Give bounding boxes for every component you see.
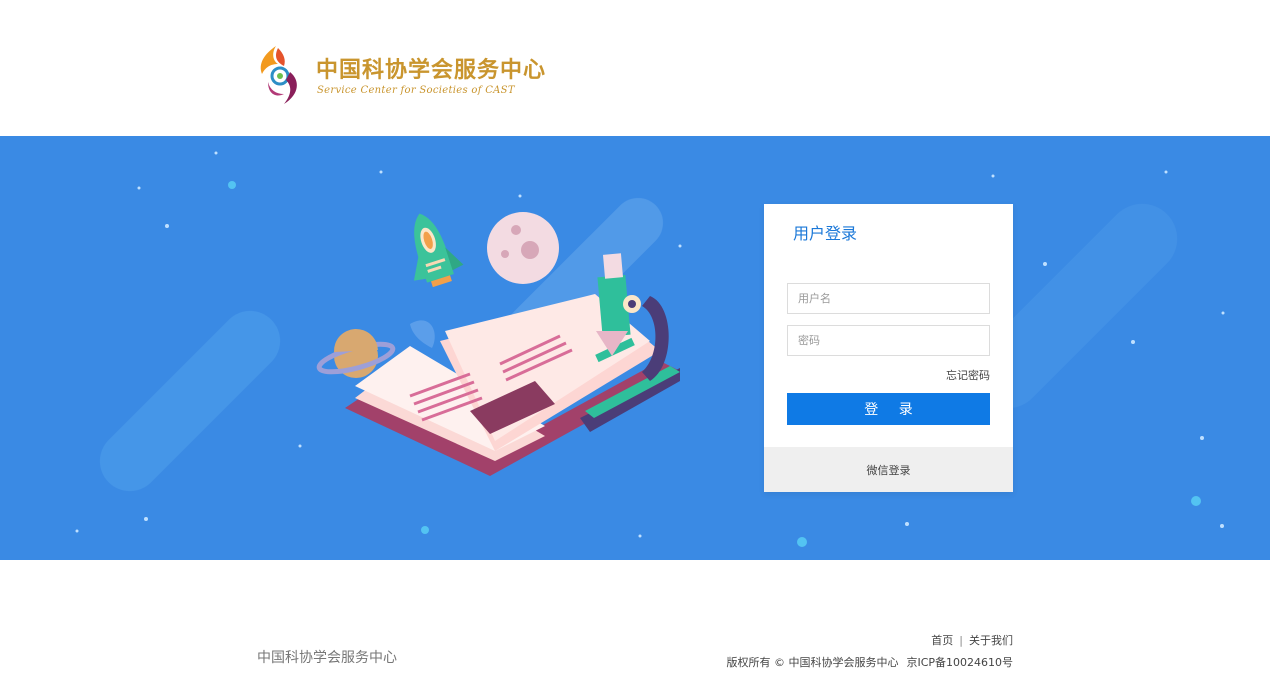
wechat-login-bar: 微信登录 xyxy=(764,447,1013,492)
rocket-icon xyxy=(413,213,464,288)
icp-number[interactable]: 京ICP备10024610号 xyxy=(906,656,1013,669)
logo-english-name: Service Center for Societies of CAST xyxy=(317,85,515,96)
wechat-login-link[interactable]: 微信登录 xyxy=(764,462,1013,478)
open-book-icon xyxy=(345,294,680,476)
site-logo[interactable]: 中国科协学会服务中心 Service Center for Societies … xyxy=(256,42,545,106)
password-input[interactable] xyxy=(788,326,989,355)
logo-chinese-name: 中国科协学会服务中心 xyxy=(316,57,547,83)
footer-separator: | xyxy=(959,634,963,647)
username-field[interactable] xyxy=(787,283,990,314)
login-title: 用户登录 xyxy=(793,224,858,243)
footer-link-about[interactable]: 关于我们 xyxy=(969,634,1013,647)
copyright-text: 版权所有 © 中国科协学会服务中心 xyxy=(726,656,899,669)
password-field[interactable] xyxy=(787,325,990,356)
footer-copyright: 版权所有 © 中国科协学会服务中心 京ICP备10024610号 xyxy=(726,654,1013,670)
site-header: 中国科协学会服务中心 Service Center for Societies … xyxy=(0,0,1270,136)
flask-shape xyxy=(410,320,435,348)
footer-link-home[interactable]: 首页 xyxy=(931,634,953,647)
login-panel: 用户登录 忘记密码 登 录 微信登录 xyxy=(764,204,1013,492)
login-button[interactable]: 登 录 xyxy=(787,393,990,425)
footer-links: 首页 | 关于我们 xyxy=(931,632,1013,648)
footer-brand: 中国科协学会服务中心 xyxy=(257,650,397,666)
forgot-password-link[interactable]: 忘记密码 xyxy=(946,367,990,383)
hero-banner xyxy=(0,136,1270,560)
moon-icon xyxy=(487,212,559,284)
cast-logo-icon xyxy=(260,46,297,104)
username-input[interactable] xyxy=(788,284,989,313)
banner-illustration xyxy=(75,151,1225,547)
